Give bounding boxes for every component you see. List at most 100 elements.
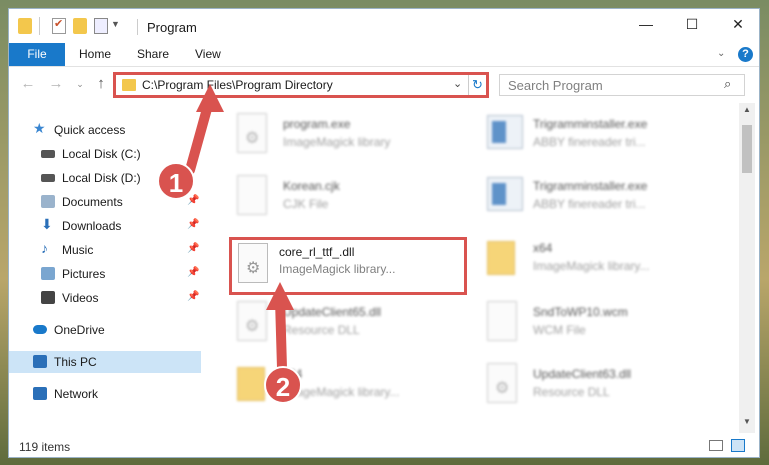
close-button[interactable]: ✕ [715, 9, 759, 39]
window-title: Program [147, 20, 197, 35]
search-input[interactable] [508, 78, 713, 93]
pin-icon: 📌 [187, 195, 200, 206]
item-count: 119 items [19, 440, 71, 454]
address-history-chevron-icon[interactable]: ⌄ [453, 77, 462, 90]
tab-home[interactable]: Home [79, 43, 111, 66]
cloud-icon [33, 325, 47, 334]
customize-quick-access-icon[interactable] [94, 18, 108, 34]
address-bar[interactable]: C:\Program Files\Program Directory ⌄ ↻ [113, 72, 489, 98]
search-box[interactable]: ⌕ [499, 74, 745, 96]
sidebar-item-label: OneDrive [54, 323, 105, 337]
file-item[interactable]: x64 ImageMagick library... [217, 357, 455, 415]
scrollbar-thumb[interactable] [742, 125, 752, 173]
file-description: CJK File [283, 197, 329, 211]
recent-locations-chevron-icon[interactable]: ⌄ [71, 75, 89, 93]
installer-icon [487, 115, 523, 149]
file-name: Trigramminstaller.exe [533, 179, 648, 193]
expand-ribbon-icon[interactable]: ⌄ [717, 48, 725, 59]
dll-icon [237, 301, 267, 341]
navigation-bar: ← → ⌄ ↑ C:\Program Files\Program Directo… [9, 67, 759, 103]
refresh-icon[interactable]: ↻ [468, 75, 486, 95]
scroll-down-icon[interactable]: ▼ [739, 417, 755, 426]
file-description: ABBY finereader tri... [533, 197, 646, 211]
divider [137, 19, 138, 35]
sidebar-item-label: Quick access [54, 123, 126, 137]
maximize-button[interactable]: ☐ [669, 9, 715, 39]
up-arrow-icon[interactable]: ↑ [92, 75, 110, 93]
sidebar-item-pictures[interactable]: Pictures 📌 [9, 263, 201, 285]
file-item[interactable]: Trigramminstaller.exe ABBY finereader tr… [467, 107, 705, 165]
sidebar-item-downloads[interactable]: ⬇ Downloads 📌 [9, 215, 201, 237]
file-description: Resource DLL [533, 385, 610, 399]
file-item[interactable]: Korean.cjk CJK File [217, 169, 455, 227]
tab-share[interactable]: Share [137, 43, 169, 66]
navigation-pane: ★ Quick access Local Disk (C:) Local Dis… [9, 103, 205, 435]
chevron-down-icon[interactable]: ▼ [111, 19, 120, 29]
videos-icon [41, 291, 55, 304]
minimize-button[interactable]: — [623, 9, 669, 39]
drive-icon [41, 150, 55, 158]
pin-icon: 📌 [187, 291, 200, 302]
file-name: UpdateClient65.dll [283, 305, 382, 319]
sidebar-item-label: Documents [62, 195, 123, 209]
folder-icon [237, 367, 265, 401]
search-icon[interactable]: ⌕ [724, 76, 731, 92]
exe-icon [237, 113, 267, 153]
forward-arrow-icon[interactable]: → [47, 75, 65, 93]
divider [39, 17, 40, 35]
sidebar-item-this-pc[interactable]: This PC [9, 351, 201, 373]
file-description: WCM File [533, 323, 586, 337]
help-icon[interactable]: ? [738, 47, 753, 62]
folder-icon [18, 18, 32, 34]
file-item[interactable]: Trigramminstaller.exe ABBY finereader tr… [467, 169, 705, 227]
sidebar-item-quick-access[interactable]: ★ Quick access [9, 119, 201, 141]
address-path[interactable]: C:\Program Files\Program Directory [142, 78, 333, 92]
ribbon-tabs: File Home Share View ⌄ ? [9, 43, 759, 67]
downloads-icon: ⬇ [41, 216, 53, 232]
star-icon: ★ [33, 120, 46, 136]
pin-icon: 📌 [187, 219, 200, 230]
installer-icon [487, 177, 523, 211]
sidebar-item-label: Local Disk (D:) [62, 171, 141, 185]
folder-icon [487, 241, 515, 275]
file-description: ImageMagick library... [279, 262, 396, 276]
back-arrow-icon[interactable]: ← [19, 75, 37, 93]
large-icons-view-icon[interactable] [731, 439, 745, 452]
sidebar-item-network[interactable]: Network [9, 383, 201, 405]
step-1-badge: 1 [157, 162, 195, 200]
file-name: SndToWP10.wcm [533, 305, 628, 319]
file-explorer-window: ▼ Program — ☐ ✕ File Home Share View ⌄ ?… [8, 8, 760, 458]
sidebar-item-label: Pictures [62, 267, 106, 281]
file-item-core-rl-ttf-dll[interactable]: core_rl_ttf_.dll ImageMagick library... [229, 237, 467, 295]
music-icon: ♪ [41, 240, 48, 256]
file-item[interactable]: program.exe ImageMagick library [217, 107, 455, 165]
step-2-badge: 2 [264, 366, 302, 404]
details-view-icon[interactable] [709, 440, 723, 451]
sidebar-item-music[interactable]: ♪ Music 📌 [9, 239, 201, 261]
file-item[interactable]: x64 ImageMagick library... [467, 231, 705, 289]
file-description: ImageMagick library... [533, 259, 650, 273]
vertical-scrollbar[interactable]: ▲ ▼ [739, 103, 755, 433]
documents-icon [41, 195, 55, 208]
pin-icon: 📌 [187, 267, 200, 278]
scroll-up-icon[interactable]: ▲ [739, 105, 755, 114]
pin-icon: 📌 [187, 243, 200, 254]
file-name: x64 [533, 241, 553, 255]
new-folder-icon[interactable] [73, 18, 87, 34]
file-item[interactable]: UpdateClient63.dll Resource DLL [467, 357, 705, 415]
dll-icon [238, 243, 268, 283]
network-icon [33, 387, 47, 400]
sidebar-item-label: This PC [54, 355, 97, 369]
sidebar-item-onedrive[interactable]: OneDrive [9, 319, 201, 341]
status-bar: 119 items [9, 435, 759, 457]
file-name: program.exe [283, 117, 351, 131]
file-name: Korean.cjk [283, 179, 340, 193]
tab-file[interactable]: File [9, 43, 65, 66]
properties-check-icon[interactable] [52, 17, 66, 34]
tab-view[interactable]: View [195, 43, 221, 66]
file-item[interactable]: SndToWP10.wcm WCM File [467, 295, 705, 353]
file-item[interactable]: UpdateClient65.dll Resource DLL [217, 295, 455, 353]
computer-icon [33, 355, 47, 368]
sidebar-item-videos[interactable]: Videos 📌 [9, 287, 201, 309]
drive-icon [41, 174, 55, 182]
